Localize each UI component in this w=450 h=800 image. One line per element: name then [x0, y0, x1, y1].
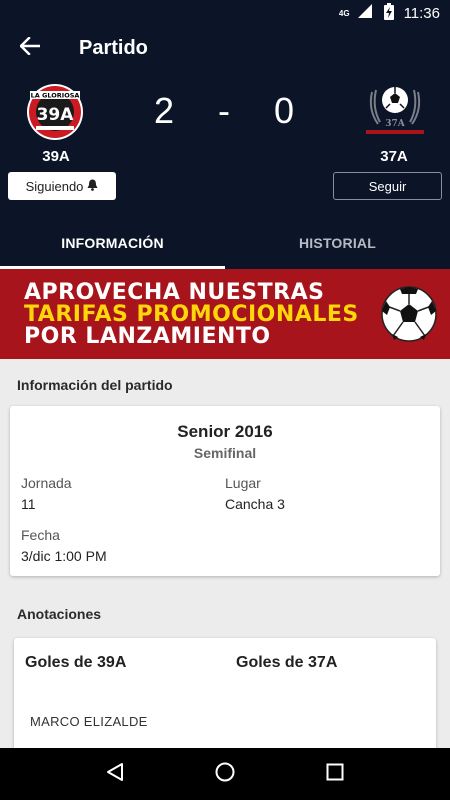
lugar-value: Cancha 3: [225, 496, 285, 512]
arrow-left-icon: [19, 35, 41, 60]
nav-home-button[interactable]: [205, 754, 245, 794]
home-goals-heading: Goles de 39A: [25, 654, 127, 671]
promo-text: APROVECHA NUESTRAS TARIFAS PROMOCIONALES…: [24, 282, 359, 348]
bell-icon: [87, 179, 98, 194]
nav-back-button[interactable]: [95, 754, 135, 794]
circle-home-icon: [215, 762, 235, 787]
home-scorer: MARCO ELIZALDE: [30, 714, 148, 729]
promo-line-3: POR LANZAMIENTO: [24, 324, 271, 349]
away-follow-label: Seguir: [368, 178, 407, 194]
square-recent-icon: [326, 763, 344, 786]
annotations-section-title: Anotaciones: [17, 606, 102, 622]
away-team-logo[interactable]: 37A: [364, 82, 426, 142]
jornada-value: 11: [21, 496, 36, 512]
home-team-logo[interactable]: LA GLORIOSA 39A: [24, 82, 86, 142]
score-separator: -: [218, 90, 230, 131]
battery-charging-icon: [383, 2, 394, 24]
fecha-value: 3/dic 1:00 PM: [21, 548, 107, 564]
away-logo-text-main: 37A: [385, 119, 406, 129]
match-stage: Semifinal: [193, 445, 257, 461]
home-logo-text-main: 39A: [37, 105, 75, 125]
promo-banner[interactable]: APROVECHA NUESTRAS TARIFAS PROMOCIONALES…: [0, 269, 450, 359]
tournament-name: Senior 2016: [177, 422, 273, 441]
promo-line-1: APROVECHA NUESTRAS: [24, 280, 325, 305]
signal-icon: [357, 4, 372, 22]
away-goals-heading: Goles de 37A: [236, 654, 338, 671]
tab-bar: INFORMACIÓN HISTORIAL: [0, 224, 450, 269]
home-follow-label: Siguiendo: [25, 178, 84, 194]
app-bar: Partido: [0, 26, 450, 70]
away-follow-button[interactable]: Seguir: [333, 172, 442, 200]
soccer-ball-icon: [380, 285, 438, 343]
match-header: Partido LA GLORIOSA 39A 2 - 0 37A 39A 37…: [0, 26, 450, 269]
info-section-title: Información del partido: [17, 377, 173, 393]
page-title: Partido: [79, 36, 148, 59]
home-logo-text-top: LA GLORIOSA: [31, 92, 80, 100]
network-type: 4G: [338, 8, 350, 18]
tab-historial[interactable]: HISTORIAL: [225, 224, 450, 269]
away-team-name: 37A: [380, 148, 408, 165]
away-score: 0: [274, 90, 295, 131]
tab-informacion[interactable]: INFORMACIÓN: [0, 224, 225, 269]
promo-line-2: TARIFAS PROMOCIONALES: [24, 302, 359, 327]
home-team-name: 39A: [42, 148, 70, 165]
nav-recent-button[interactable]: [315, 754, 355, 794]
home-follow-button[interactable]: Siguiendo: [8, 172, 116, 200]
back-button[interactable]: [0, 26, 60, 70]
status-bar: 4G 11:36: [0, 0, 450, 26]
match-info-card: Senior 2016 Semifinal Jornada 11 Lugar C…: [10, 406, 440, 576]
lugar-label: Lugar: [225, 475, 261, 491]
triangle-back-icon: [106, 762, 124, 787]
clock: 11:36: [403, 4, 440, 22]
fecha-label: Fecha: [21, 527, 60, 543]
home-score: 2: [154, 90, 175, 131]
score-row: LA GLORIOSA 39A 2 - 0 37A: [0, 82, 450, 142]
system-nav-bar: [0, 748, 450, 800]
jornada-label: Jornada: [21, 475, 72, 491]
